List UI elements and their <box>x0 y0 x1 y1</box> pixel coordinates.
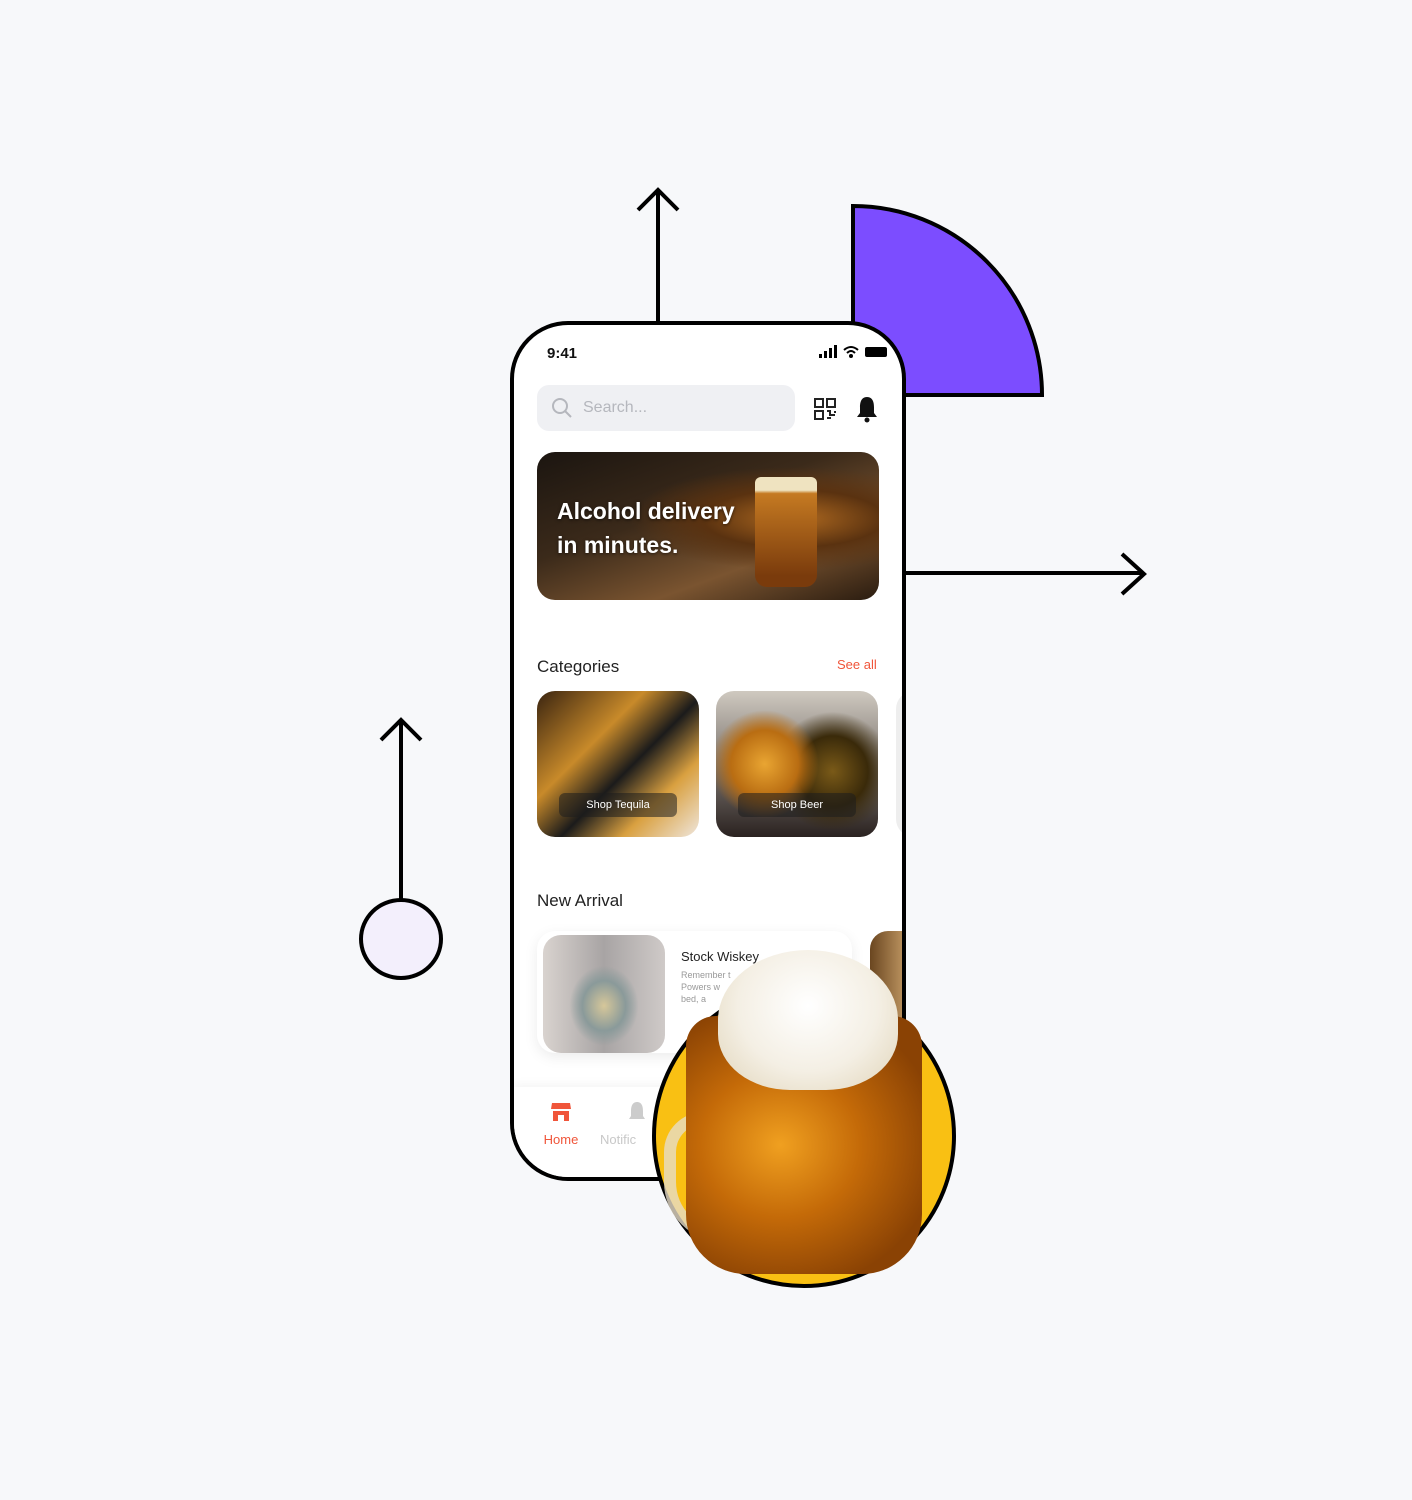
qr-code-icon[interactable] <box>814 398 836 420</box>
arrow-up-left-head-icon <box>379 717 423 742</box>
banner-line-2: in minutes. <box>557 532 679 558</box>
bell-nav-icon <box>629 1102 645 1119</box>
see-all-link[interactable]: See all <box>837 657 877 672</box>
search-icon <box>552 398 572 418</box>
arrow-up-head-icon <box>636 187 680 212</box>
desc-line: Powers w <box>681 982 721 992</box>
desc-line: Remember t <box>681 970 731 980</box>
beer-glass-image <box>755 477 817 587</box>
category-card-tequila[interactable]: Shop Tequila <box>537 691 699 837</box>
category-card-beer[interactable]: Shop Beer <box>716 691 878 837</box>
category-card-partial[interactable] <box>896 691 902 837</box>
category-label: Shop Beer <box>738 793 856 817</box>
store-icon <box>551 1103 571 1121</box>
new-arrival-title: New Arrival <box>537 891 623 910</box>
banner-line-1: Alcohol delivery <box>557 498 735 524</box>
category-label: Shop Tequila <box>559 793 677 817</box>
circle-shape <box>359 898 443 980</box>
arrow-up-left-line <box>399 720 403 902</box>
search-placeholder: Search... <box>583 399 648 416</box>
promo-banner[interactable]: Alcohol delivery in minutes. <box>537 452 879 600</box>
status-time: 9:41 <box>547 345 578 362</box>
arrow-right-head-icon <box>1120 552 1147 596</box>
nav-home[interactable]: Home <box>534 1101 588 1147</box>
categories-title: Categories <box>537 657 620 676</box>
product-image <box>543 935 665 1053</box>
nav-home-label: Home <box>543 1132 579 1147</box>
status-icons <box>819 345 887 358</box>
bell-icon[interactable] <box>856 395 878 423</box>
search-input[interactable]: Search... <box>537 385 795 431</box>
product-name: Stock Wiskey <box>681 949 760 964</box>
arrow-right-line <box>905 571 1143 575</box>
beer-foam-image <box>718 950 898 1090</box>
